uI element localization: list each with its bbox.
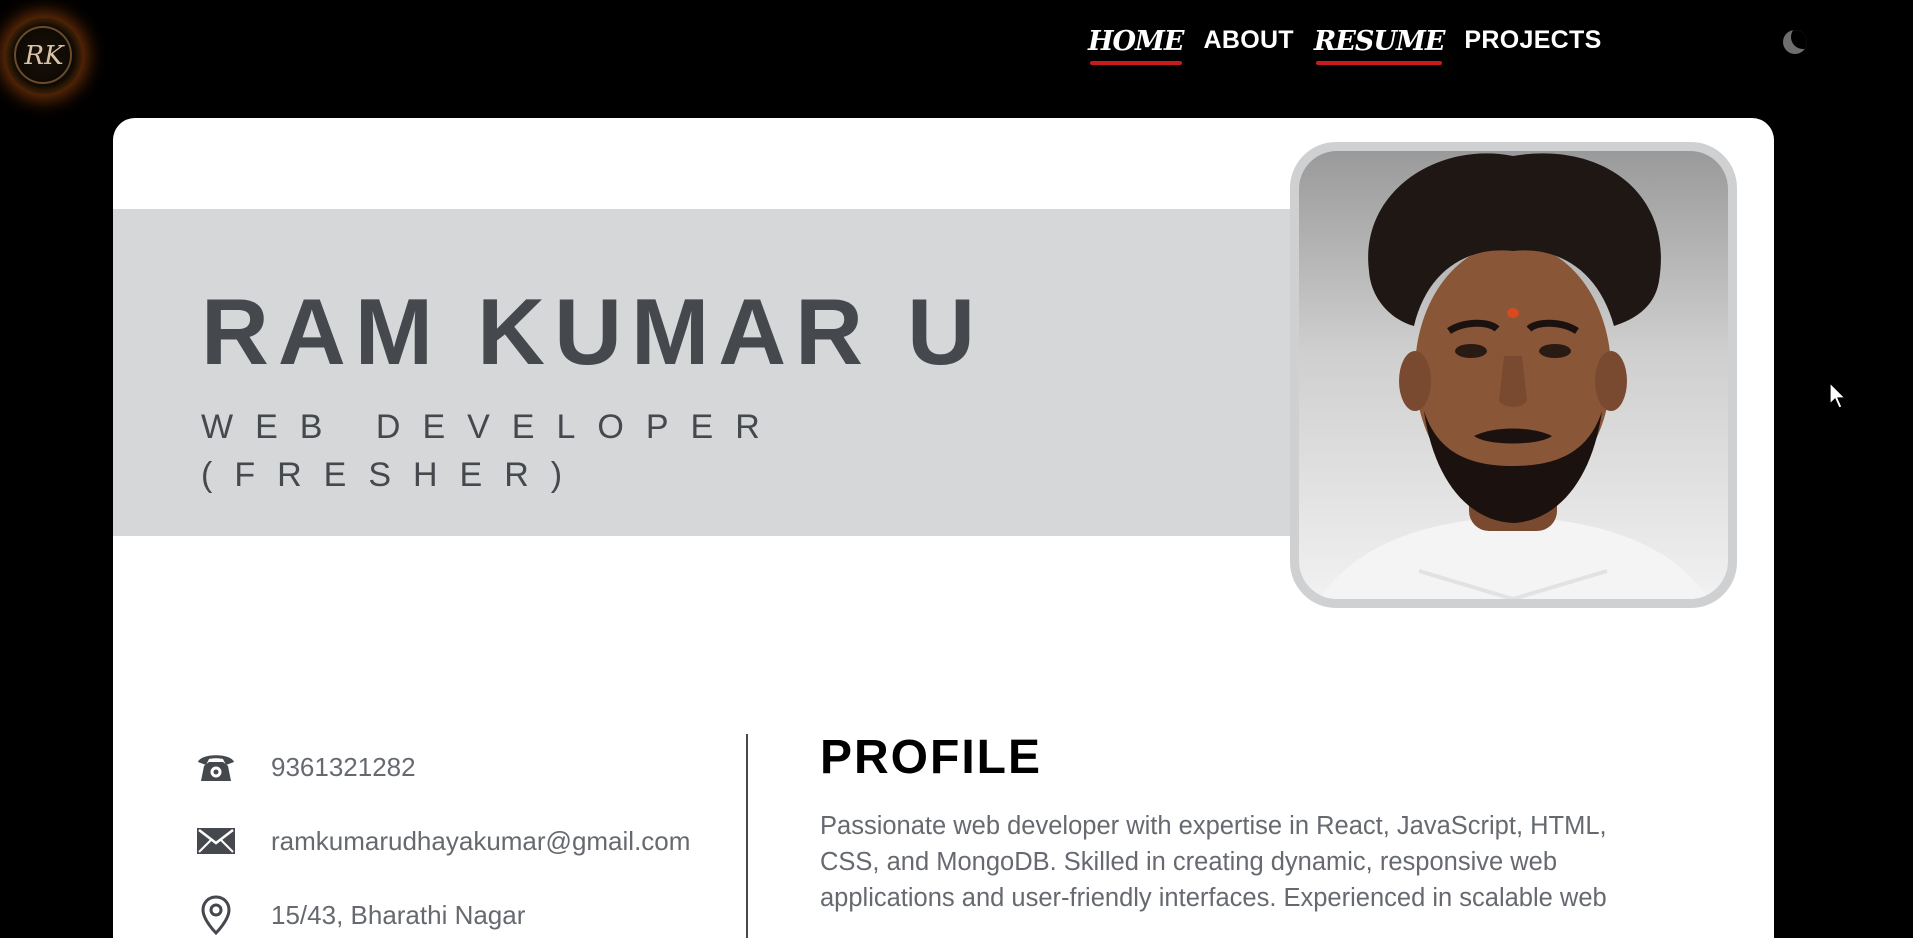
top-navbar: RK HOME ABOUT RESUME PROJECTS [0,0,1913,110]
profile-photo [1299,151,1728,599]
phone-icon [195,746,237,788]
nav-about[interactable]: ABOUT [1204,26,1294,63]
nav-resume[interactable]: RESUME [1314,26,1445,65]
nav-home[interactable]: HOME [1088,26,1184,65]
nav-projects[interactable]: PROJECTS [1464,26,1601,63]
resume-card: RAM KUMAR U WEB DEVELOPER (FRESHER) 9361… [113,118,1774,938]
email-address[interactable]: ramkumarudhayakumar@gmail.com [271,826,690,857]
logo-monogram: RK [24,41,64,71]
profile-summary: Passionate web developer with expertise … [820,812,1607,912]
portrait-illustration [1319,153,1709,599]
moon-icon[interactable] [1783,30,1807,54]
contact-address: 15/43, Bharathi Nagar [195,878,690,938]
resume-role: WEB DEVELOPER (FRESHER) [201,403,782,499]
contact-phone: 9361321282 [195,730,690,804]
contact-email: ramkumarudhayakumar@gmail.com [195,804,690,878]
mouse-cursor-icon [1829,382,1847,409]
role-line-1: WEB DEVELOPER [201,408,782,446]
profile-heading: PROFILE [820,731,1043,784]
role-line-2: (FRESHER) [201,456,585,494]
phone-number[interactable]: 9361321282 [271,752,416,783]
contact-list: 9361321282 ramkumarudhayakumar@gmail.com… [195,730,690,938]
location-pin-icon [195,894,237,936]
address-text: 15/43, Bharathi Nagar [271,899,526,930]
mail-icon [195,820,237,862]
column-divider [746,734,748,938]
main-nav: HOME ABOUT RESUME PROJECTS [1088,26,1622,66]
logo[interactable]: RK [6,18,82,94]
profile-photo-frame [1290,142,1737,608]
resume-name: RAM KUMAR U [201,279,985,384]
